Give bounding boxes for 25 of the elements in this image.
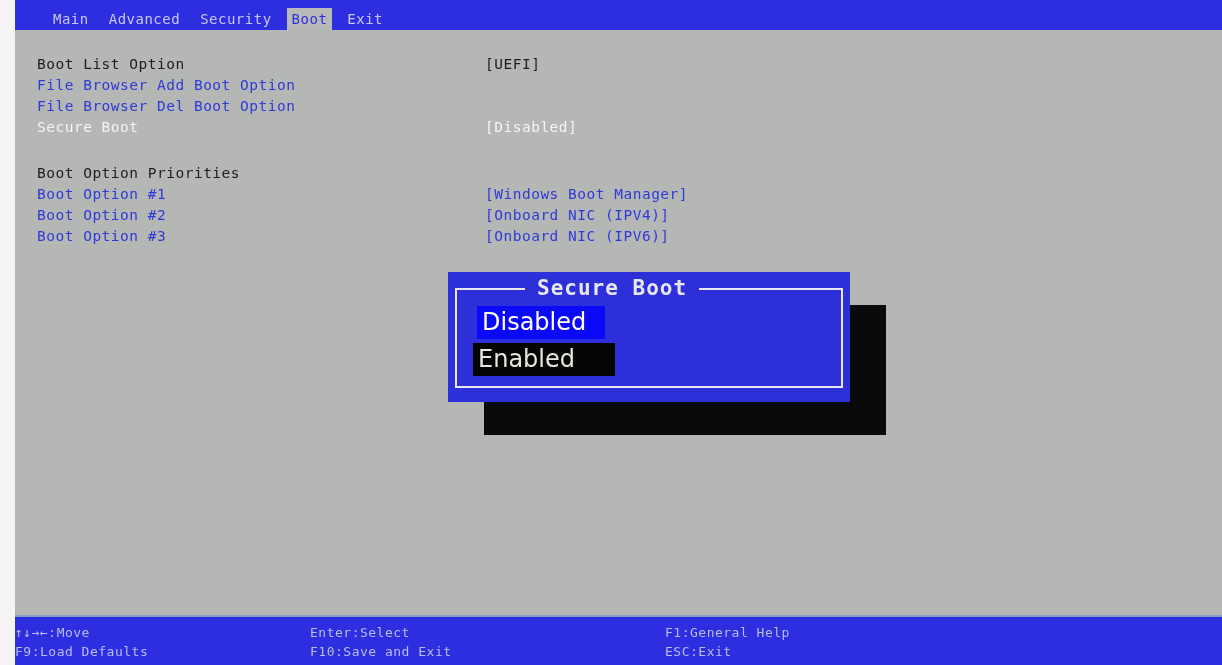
setting-value: [Onboard NIC (IPV4)] [485,205,670,225]
setting-label[interactable]: Boot Option #2 [37,204,485,227]
setting-label[interactable]: Boot Option #3 [37,225,485,248]
setting-value: [UEFI] [485,54,541,74]
key-hint: F1:General Help [665,623,790,642]
popup-option[interactable]: Disabled [477,306,605,339]
key-hint: ESC:Exit [665,642,732,661]
menu-tab[interactable]: Main [48,8,94,30]
setting-label[interactable]: File Browser Add Boot Option [37,74,485,97]
setting-label[interactable]: Boot Option #1 [37,183,485,206]
menu-tab[interactable]: Exit [342,8,389,30]
key-hint: F10:Save and Exit [310,642,453,661]
setting-label: Boot List Option [37,54,186,74]
menu-tab[interactable]: Advanced [103,8,186,30]
setting-value: [Onboard NIC (IPV6)] [485,226,670,246]
setting-label: Boot Option Priorities [37,163,242,183]
key-hint: Enter:Select [310,623,411,642]
key-hint: ↑↓→←:Move [15,623,91,642]
setting-value: [Windows Boot Manager] [485,184,689,204]
menu-tab[interactable]: Boot [286,8,333,30]
setting-label[interactable]: File Browser Del Boot Option [37,95,485,118]
menu-tab[interactable]: Security [195,8,277,30]
key-hint: F9:Load Defaults [15,642,150,661]
popup-option[interactable]: Enabled [473,343,615,376]
setting-value: [Disabled] [485,117,578,137]
